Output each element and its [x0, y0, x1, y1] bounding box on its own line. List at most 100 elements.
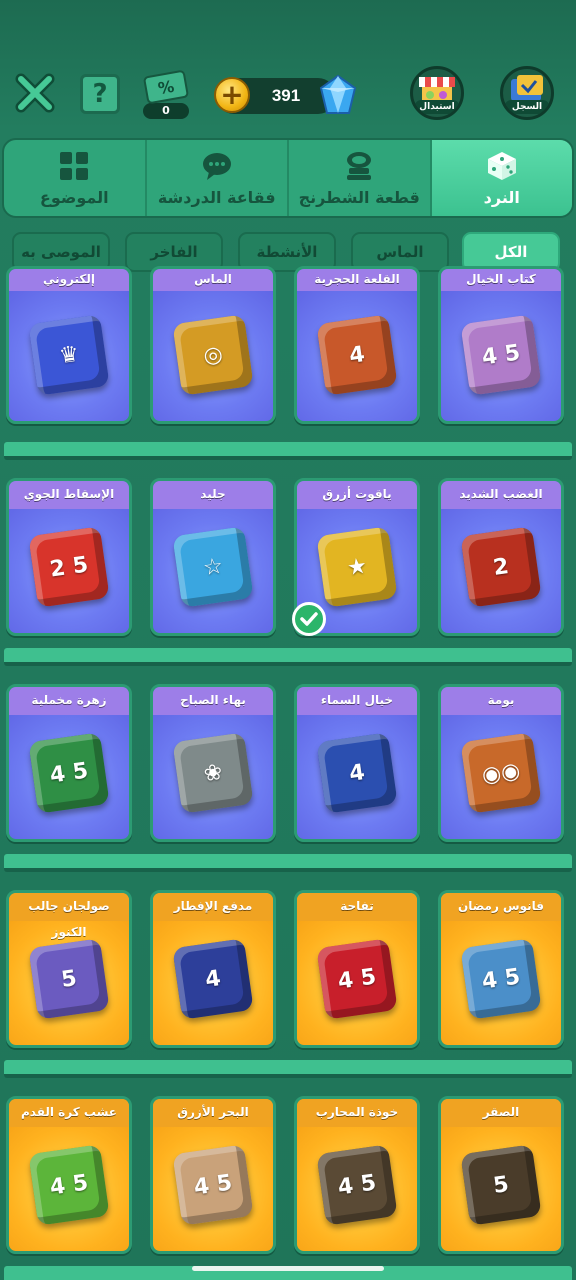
dice-face: 5: [491, 1171, 511, 1199]
dice-card[interactable]: خيال السماء 4: [294, 684, 420, 842]
shelf-row: الغضب الشديد 2 ياقوت أزرق ★ جليد ☆ الإسقاط الج…: [0, 478, 576, 666]
shelf-row: بومة ◉◉ خيال السماء 4 بهاء الصباح ❀ زهرة مخملي…: [0, 684, 576, 872]
shelf: [4, 442, 572, 460]
dice-card-title: جليد: [153, 481, 273, 509]
dice-face: 2 5: [48, 551, 90, 583]
dice-preview-icon: ◎: [172, 314, 254, 396]
store-screen: ? % 0 + 391 استبدال السجل الموضوع فقاعة …: [0, 0, 576, 1280]
dice-preview-icon: 5: [28, 938, 110, 1020]
shelf: [4, 648, 572, 666]
dice-preview-icon: ❀: [172, 732, 254, 814]
dice-card[interactable]: كتاب الخيال 4 5: [438, 266, 564, 424]
chess-piece-icon: [343, 150, 375, 182]
dice-card[interactable]: زهرة مخملية 4 5: [6, 684, 132, 842]
dice-face: 4: [347, 759, 367, 787]
dice-card[interactable]: جليد ☆: [150, 478, 276, 636]
dice-preview-icon: 2: [460, 526, 542, 608]
dice-card[interactable]: البحر الأزرق 4 5: [150, 1096, 276, 1254]
chat-bubble-icon: [201, 150, 233, 182]
help-button[interactable]: ?: [80, 74, 120, 114]
dice-card[interactable]: بهاء الصباح ❀: [150, 684, 276, 842]
dice-card[interactable]: الغضب الشديد 2: [438, 478, 564, 636]
tab-dice[interactable]: النرد: [429, 140, 572, 216]
dice-card[interactable]: بومة ◉◉: [438, 684, 564, 842]
dice-grid: كتاب الخيال 4 5 القلعة الحجرية 4 الماس ◎ إلكتر…: [0, 266, 576, 1280]
dice-face: ★: [345, 553, 369, 581]
exchange-label: استبدال: [415, 100, 459, 114]
dice-icon: [486, 150, 518, 182]
dice-preview-icon: ◉◉: [460, 732, 542, 814]
gem-icon[interactable]: [318, 74, 358, 116]
top-bar: ? % 0 + 391 استبدال السجل: [0, 60, 576, 132]
record-button[interactable]: السجل: [500, 66, 554, 120]
tab-chess-piece[interactable]: قطعة الشطرنج: [287, 140, 430, 216]
coin-icon[interactable]: +: [214, 77, 250, 113]
dice-card[interactable]: فانوس رمضان 4 5: [438, 890, 564, 1048]
dice-face: 4 5: [336, 1169, 378, 1201]
dice-card-title: البحر الأزرق: [153, 1099, 273, 1127]
close-icon: [15, 73, 55, 113]
dice-card-title: القلعة الحجرية: [297, 269, 417, 291]
dice-card-title: الماس: [153, 269, 273, 291]
dice-face: ◉◉: [480, 757, 522, 789]
record-label: السجل: [505, 100, 549, 114]
tab-label: الموضوع: [39, 187, 109, 207]
dice-face: 4 5: [48, 757, 90, 789]
dice-face: 4 5: [480, 963, 522, 995]
tab-label: قطعة الشطرنج: [298, 187, 420, 207]
dice-card[interactable]: إلكتروني ♛: [6, 266, 132, 424]
tab-theme[interactable]: الموضوع: [4, 140, 145, 216]
dice-card-title: الإسقاط الجوي: [9, 481, 129, 509]
dice-preview-icon: 4 5: [172, 1144, 254, 1226]
exchange-button[interactable]: استبدال: [410, 66, 464, 120]
dice-face: 2: [491, 553, 511, 581]
dice-preview-icon: 4 5: [316, 938, 398, 1020]
dice-card[interactable]: الإسقاط الجوي 2 5: [6, 478, 132, 636]
home-indicator: [192, 1266, 384, 1271]
dice-face: 5: [59, 965, 79, 993]
dice-card-title: تفاحة: [297, 893, 417, 921]
dice-card-title: صولجان جالب الكنوز: [9, 893, 129, 939]
dice-card[interactable]: عشب كرة القدم 4 5: [6, 1096, 132, 1254]
tab-chat-bubble[interactable]: فقاعة الدردشة: [144, 140, 288, 216]
dice-card[interactable]: خوذة المحارب 4 5: [294, 1096, 420, 1254]
dice-card-title: فانوس رمضان: [441, 893, 561, 921]
coupon-count: 0: [143, 103, 189, 119]
shelf-row: كتاب الخيال 4 5 القلعة الحجرية 4 الماس ◎ إلكتر…: [0, 266, 576, 460]
close-button[interactable]: [14, 72, 56, 114]
dice-preview-icon: 4: [172, 938, 254, 1020]
category-tabs: الموضوع فقاعة الدردشة قطعة الشطرنج النرد: [2, 138, 574, 218]
dice-preview-icon: 5: [460, 1144, 542, 1226]
dice-preview-icon: 4 5: [460, 314, 542, 396]
dice-preview-icon: 4 5: [460, 938, 542, 1020]
dice-card-title: ياقوت أزرق: [297, 481, 417, 509]
dice-preview-icon: ☆: [172, 526, 254, 608]
dice-face: 4 5: [336, 963, 378, 995]
dice-card[interactable]: القلعة الحجرية 4: [294, 266, 420, 424]
shelf-row: فانوس رمضان 4 5 تفاحة 4 5 مدفع الإفطار 4 صولجا…: [0, 890, 576, 1078]
dice-card[interactable]: الماس ◎: [150, 266, 276, 424]
dice-preview-icon: 4: [316, 314, 398, 396]
dice-card[interactable]: الصقر 5: [438, 1096, 564, 1254]
dice-card-title: بهاء الصباح: [153, 687, 273, 715]
dice-preview-icon: 4 5: [316, 1144, 398, 1226]
dice-face: ◎: [201, 341, 225, 369]
dice-card[interactable]: صولجان جالب الكنوز 5: [6, 890, 132, 1048]
dice-face: 4 5: [480, 339, 522, 371]
dice-card-title: عشب كرة القدم: [9, 1099, 129, 1127]
dice-face: 4 5: [192, 1169, 234, 1201]
dice-face: 4: [203, 965, 223, 993]
dice-preview-icon: ★: [316, 526, 398, 608]
dice-preview-icon: 4 5: [28, 732, 110, 814]
dice-card-title: الصقر: [441, 1099, 561, 1127]
dice-card-title: مدفع الإفطار: [153, 893, 273, 921]
help-icon: ?: [92, 79, 108, 109]
dice-card[interactable]: تفاحة 4 5: [294, 890, 420, 1048]
coupon-icon: %: [142, 69, 190, 105]
dice-card[interactable]: مدفع الإفطار 4: [150, 890, 276, 1048]
dice-card-title: الغضب الشديد: [441, 481, 561, 509]
dice-card-title: زهرة مخملية: [9, 687, 129, 715]
coupon-button[interactable]: % 0: [140, 69, 192, 120]
coin-amount: 391: [271, 86, 301, 105]
shelf-row: الصقر 5 خوذة المحارب 4 5 البحر الأزرق 4 5 عشب …: [0, 1096, 576, 1280]
